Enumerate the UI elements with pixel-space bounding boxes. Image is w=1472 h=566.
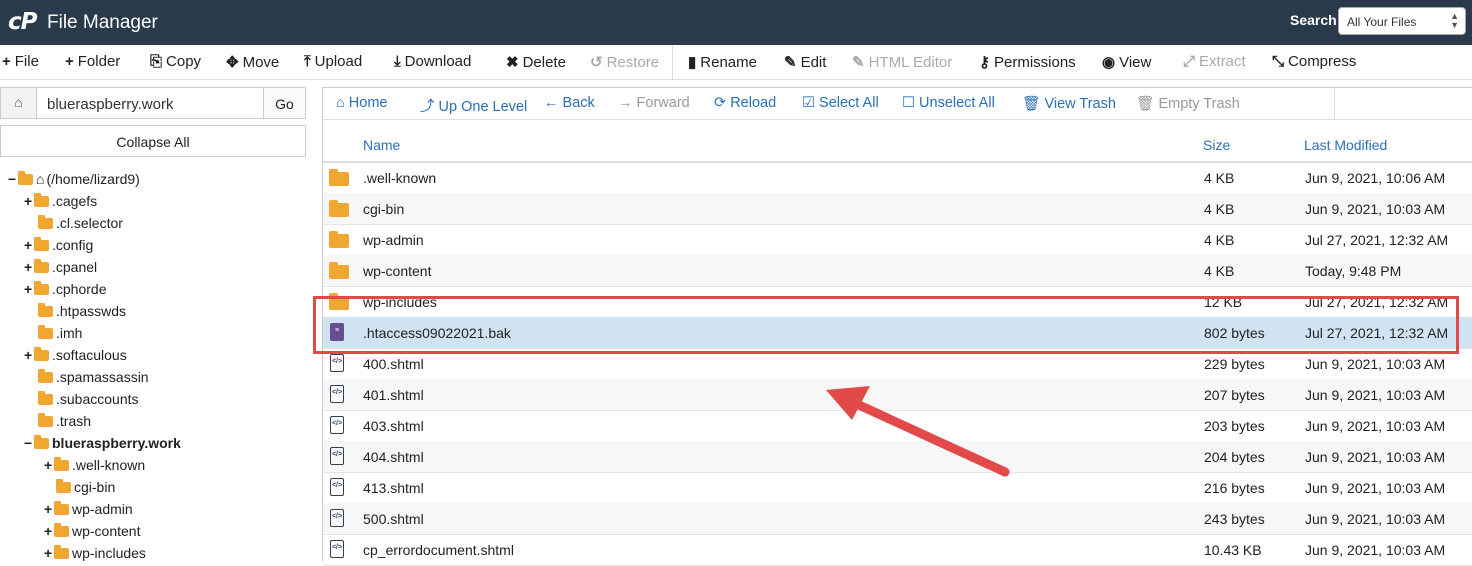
annotation-arrow-icon <box>826 386 1010 477</box>
